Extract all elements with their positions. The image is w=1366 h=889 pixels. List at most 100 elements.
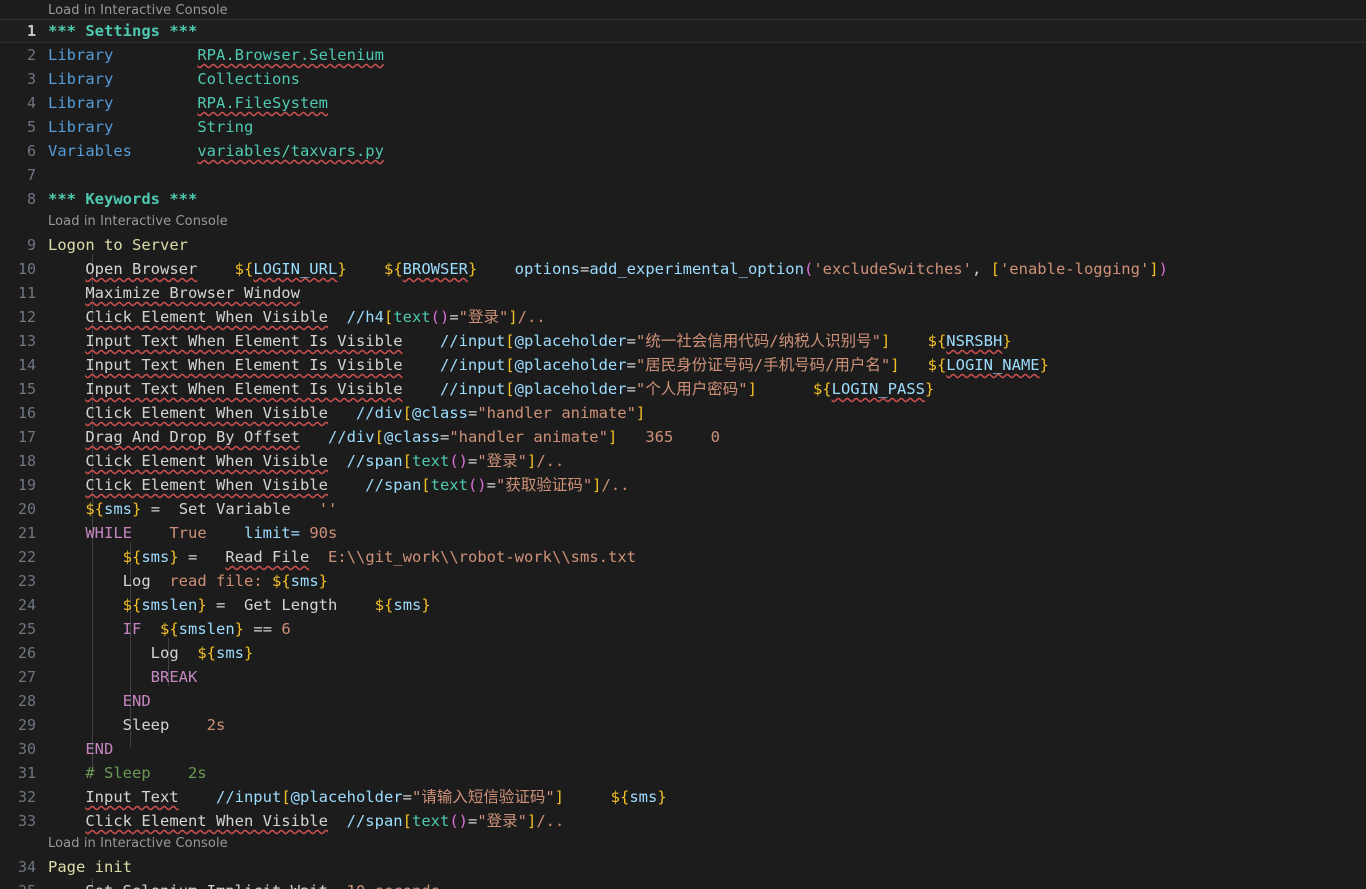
code-line[interactable]: 20 ${sms} = Set Variable '' xyxy=(0,497,1366,521)
line-number: 33 xyxy=(17,812,36,830)
line-number: 29 xyxy=(17,716,36,734)
line-content: Click Element When Visible //span[text()… xyxy=(85,452,565,470)
code-line[interactable]: 3 Library Collections xyxy=(0,67,1366,91)
line-number: 2 xyxy=(26,46,36,64)
code-line[interactable]: 11 Maximize Browser Window xyxy=(0,281,1366,305)
line-number: 4 xyxy=(26,94,36,112)
code-line[interactable]: 6 Variables variables/taxvars.py xyxy=(0,139,1366,163)
line-number: 26 xyxy=(17,644,36,662)
line-number: 23 xyxy=(17,572,36,590)
line-content: WHILE True limit= 90s xyxy=(85,524,338,542)
line-content: END xyxy=(85,740,114,758)
line-content: Sleep 2s xyxy=(122,716,226,734)
line-number: 7 xyxy=(26,166,36,184)
codelens-load-interactive-console[interactable]: Load in Interactive Console xyxy=(48,833,228,855)
line-content: Click Element When Visible //h4[text()="… xyxy=(85,308,546,326)
code-line[interactable]: 24 ${smslen} = Get Length ${sms} xyxy=(0,593,1366,617)
line-content: Click Element When Visible //span[text()… xyxy=(85,812,565,830)
code-editor[interactable]: Load in Interactive Console 1 *** Settin… xyxy=(0,0,1366,889)
code-line[interactable]: 27 BREAK xyxy=(0,665,1366,689)
code-line[interactable]: 12 Click Element When Visible //h4[text(… xyxy=(0,305,1366,329)
line-number: 8 xyxy=(26,190,36,208)
codelens-row: Load in Interactive Console xyxy=(0,833,1366,855)
line-content: Page init xyxy=(48,858,132,876)
code-line[interactable]: 5 Library String xyxy=(0,115,1366,139)
code-line[interactable]: 13 Input Text When Element Is Visible //… xyxy=(0,329,1366,353)
line-number: 19 xyxy=(17,476,36,494)
line-number: 10 xyxy=(17,260,36,278)
line-number: 27 xyxy=(17,668,36,686)
line-content: Input Text When Element Is Visible //inp… xyxy=(85,356,1049,374)
code-line[interactable]: 16 Click Element When Visible //div[@cla… xyxy=(0,401,1366,425)
line-content: Input Text //input[@placeholder="请输入短信验证… xyxy=(85,788,667,806)
line-content: Logon to Server xyxy=(48,236,188,254)
codelens-load-interactive-console[interactable]: Load in Interactive Console xyxy=(48,211,228,233)
code-line[interactable]: 15 Input Text When Element Is Visible //… xyxy=(0,377,1366,401)
line-number: 18 xyxy=(17,452,36,470)
code-line[interactable]: 33 Click Element When Visible //span[tex… xyxy=(0,809,1366,833)
code-line[interactable]: 2 Library RPA.Browser.Selenium xyxy=(0,43,1366,67)
line-content: *** Settings *** xyxy=(48,22,198,40)
line-content: Set Selenium Implicit Wait 10 seconds xyxy=(48,879,440,889)
line-number: 5 xyxy=(26,118,36,136)
line-content: Open Browser ${LOGIN_URL} ${BROWSER} opt… xyxy=(85,260,1168,278)
line-content: Maximize Browser Window xyxy=(85,284,300,302)
line-number: 30 xyxy=(17,740,36,758)
line-content: Library Collections xyxy=(48,70,300,88)
line-number: 20 xyxy=(17,500,36,518)
line-number: 12 xyxy=(17,308,36,326)
line-content: Library RPA.Browser.Selenium xyxy=(48,46,384,64)
line-content: # Sleep 2s xyxy=(85,764,207,782)
line-number: 25 xyxy=(17,620,36,638)
code-line[interactable]: 10 Open Browser ${LOGIN_URL} ${BROWSER} … xyxy=(0,257,1366,281)
code-line[interactable]: 34 Page init xyxy=(0,855,1366,879)
code-line[interactable]: 22 ${sms} = Read File E:\\git_work\\robo… xyxy=(0,545,1366,569)
line-number: 13 xyxy=(17,332,36,350)
line-number: 35 xyxy=(0,879,36,889)
line-number: 34 xyxy=(17,858,36,876)
line-number: 14 xyxy=(17,356,36,374)
line-content: Click Element When Visible //span[text()… xyxy=(85,476,630,494)
line-content: Drag And Drop By Offset //div[@class="ha… xyxy=(85,428,720,446)
code-line[interactable]: 4 Library RPA.FileSystem xyxy=(0,91,1366,115)
line-number: 28 xyxy=(17,692,36,710)
code-line[interactable]: 8 *** Keywords *** xyxy=(0,187,1366,211)
code-line[interactable]: 25 IF ${smslen} == 6 xyxy=(0,617,1366,641)
line-content: ${smslen} = Get Length ${sms} xyxy=(122,596,431,614)
line-number: 24 xyxy=(17,596,36,614)
line-number: 3 xyxy=(26,70,36,88)
code-line[interactable]: 28 END xyxy=(0,689,1366,713)
line-number: 6 xyxy=(26,142,36,160)
code-line[interactable]: 35 Set Selenium Implicit Wait 10 seconds xyxy=(0,879,1366,889)
line-content: Library String xyxy=(48,118,254,136)
code-line[interactable]: 21 WHILE True limit= 90s xyxy=(0,521,1366,545)
line-number: 16 xyxy=(17,404,36,422)
code-line[interactable]: 32 Input Text //input[@placeholder="请输入短… xyxy=(0,785,1366,809)
line-number: 22 xyxy=(17,548,36,566)
code-line[interactable]: 31 # Sleep 2s xyxy=(0,761,1366,785)
line-content: ${sms} = Read File E:\\git_work\\robot-w… xyxy=(122,548,636,566)
line-content: IF ${smslen} == 6 xyxy=(122,620,291,638)
code-line[interactable]: 23 Log read file: ${sms} xyxy=(0,569,1366,593)
line-number: 17 xyxy=(17,428,36,446)
code-line[interactable]: 18 Click Element When Visible //span[tex… xyxy=(0,449,1366,473)
code-line[interactable]: 7 xyxy=(0,163,1366,187)
code-line[interactable]: 26 Log ${sms} xyxy=(0,641,1366,665)
code-line[interactable]: 30 END xyxy=(0,737,1366,761)
line-number: 15 xyxy=(17,380,36,398)
line-content: Variables variables/taxvars.py xyxy=(48,142,384,160)
code-line[interactable]: 19 Click Element When Visible //span[tex… xyxy=(0,473,1366,497)
code-line[interactable]: 9 Logon to Server xyxy=(0,233,1366,257)
code-line[interactable]: 29 Sleep 2s xyxy=(0,713,1366,737)
code-line[interactable]: 17 Drag And Drop By Offset //div[@class=… xyxy=(0,425,1366,449)
line-content: Input Text When Element Is Visible //inp… xyxy=(85,380,935,398)
code-line[interactable]: 1 *** Settings *** xyxy=(0,19,1366,43)
line-content: Library RPA.FileSystem xyxy=(48,94,328,112)
line-content: END xyxy=(122,692,151,710)
line-number: 11 xyxy=(17,284,36,302)
code-line[interactable]: 14 Input Text When Element Is Visible //… xyxy=(0,353,1366,377)
line-number: 1 xyxy=(26,22,36,40)
line-content: Click Element When Visible //div[@class=… xyxy=(85,404,646,422)
line-content: Input Text When Element Is Visible //inp… xyxy=(85,332,1012,350)
codelens-row: Load in Interactive Console xyxy=(0,0,1366,19)
